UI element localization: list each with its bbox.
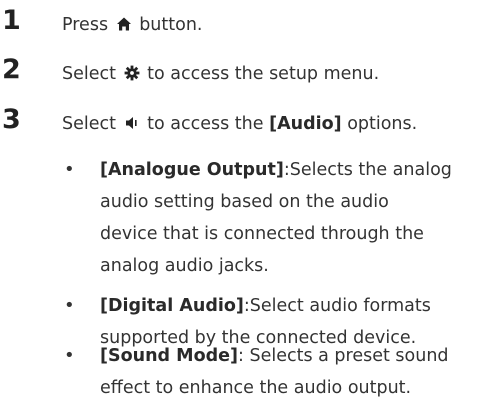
step-number: 2 [2,54,21,85]
bullet-sound-mode: • [Sound Mode]: Selects a preset sound e… [62,340,492,404]
bullet-analogue-output: • [Analogue Output]:Selects the analog a… [62,154,492,284]
step-number: 1 [2,5,21,36]
step-2: 2 Select to access the setup menu. [0,53,497,93]
step-text-post2: options. [341,114,418,134]
step-text-pre: Press [62,15,114,35]
step-text: Select to access the setup menu. [62,61,379,87]
bullet-marker: • [64,345,75,366]
step-text-post: to access the setup menu. [141,64,380,84]
bullet-line: [Digital Audio]:Select audio formats [100,290,497,322]
bullet-text: [Analogue Output]:Selects the analog aud… [100,154,497,282]
bullet-text: [Sound Mode]: Selects a preset sound eff… [100,340,497,404]
bullet-line: effect to enhance the audio output. [100,378,412,398]
bullet-line-text: : Selects a preset sound [238,346,449,366]
bullet-marker: • [64,159,75,180]
step-3: 3 Select to access the [Audio] options. [0,103,497,143]
speaker-icon [124,115,140,131]
bullet-line: audio setting based on the audio [100,192,389,212]
bullet-title: [Analogue Output] [100,160,284,180]
bullet-title: [Sound Mode] [100,346,238,366]
step-text: Press button. [62,12,202,38]
bullet-line: device that is connected through the [100,224,424,244]
step-1: 1 Press button. [0,4,497,44]
gear-icon [124,65,140,81]
step-text-post: to access the [141,114,270,134]
bullet-line-text: :Selects the analog [283,160,452,180]
step-number: 3 [2,104,21,135]
instruction-page: 1 Press button. 2 Select to access the s… [0,0,497,406]
step-text-pre: Select [62,114,122,134]
bullet-line-text: :Select audio formats [243,296,431,316]
audio-label: [Audio] [269,114,342,134]
step-text: Select to access the [Audio] options. [62,111,417,137]
step-text-pre: Select [62,64,122,84]
bullet-marker: • [64,295,75,316]
home-icon [116,16,132,32]
bullet-line: [Sound Mode]: Selects a preset sound [100,340,497,372]
step-text-post: button. [133,15,203,35]
bullet-title: [Digital Audio] [100,296,244,316]
bullet-line: analog audio jacks. [100,256,269,276]
bullet-line: [Analogue Output]:Selects the analog [100,154,497,186]
